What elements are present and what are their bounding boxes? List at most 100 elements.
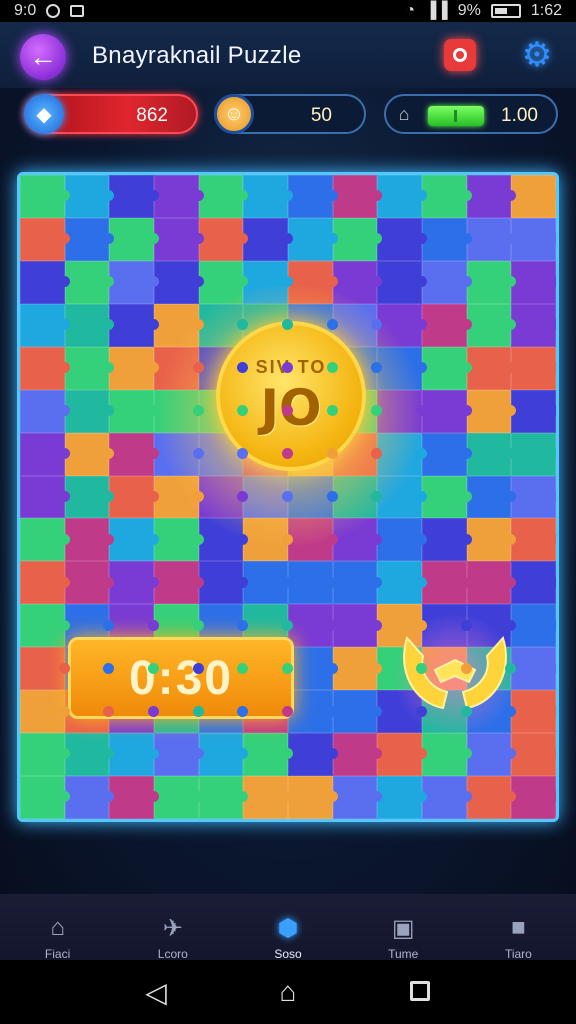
- puzzle-piece[interactable]: [20, 518, 70, 562]
- puzzle-piece[interactable]: [422, 217, 472, 261]
- puzzle-piece[interactable]: [20, 475, 70, 519]
- puzzle-piece[interactable]: [64, 776, 114, 819]
- puzzle-piece[interactable]: [466, 776, 516, 819]
- puzzle-piece[interactable]: [288, 733, 338, 777]
- puzzle-piece[interactable]: [466, 561, 516, 605]
- puzzle-piece[interactable]: [109, 475, 159, 519]
- puzzle-piece[interactable]: [20, 733, 70, 777]
- puzzle-piece[interactable]: [422, 303, 472, 347]
- puzzle-piece[interactable]: [243, 217, 293, 261]
- puzzle-board[interactable]: SIV TO JO 0:30: [17, 172, 559, 822]
- puzzle-piece[interactable]: [511, 475, 556, 519]
- puzzle-piece[interactable]: [422, 733, 472, 777]
- puzzle-piece[interactable]: [511, 432, 556, 476]
- puzzle-piece[interactable]: [511, 518, 556, 562]
- puzzle-piece[interactable]: [20, 432, 70, 476]
- puzzle-piece[interactable]: [466, 733, 516, 777]
- puzzle-piece[interactable]: [20, 389, 70, 433]
- puzzle-piece[interactable]: [154, 260, 204, 304]
- puzzle-piece[interactable]: [377, 175, 427, 218]
- puzzle-piece[interactable]: [64, 260, 114, 304]
- puzzle-piece[interactable]: [64, 389, 114, 433]
- puzzle-piece[interactable]: [288, 175, 338, 218]
- puzzle-piece[interactable]: [466, 303, 516, 347]
- horns-emblem-icon[interactable]: [380, 615, 530, 735]
- puzzle-piece[interactable]: [422, 175, 472, 218]
- puzzle-piece[interactable]: [377, 733, 427, 777]
- settings-button[interactable]: ⚙: [518, 36, 556, 74]
- puzzle-piece[interactable]: [377, 561, 427, 605]
- puzzle-piece[interactable]: [377, 776, 427, 819]
- back-button[interactable]: ←: [20, 34, 66, 80]
- puzzle-piece[interactable]: [20, 346, 70, 390]
- puzzle-piece[interactable]: [64, 175, 114, 218]
- puzzle-piece[interactable]: [109, 389, 159, 433]
- puzzle-piece[interactable]: [288, 217, 338, 261]
- puzzle-piece[interactable]: [288, 690, 338, 734]
- puzzle-piece[interactable]: [422, 561, 472, 605]
- puzzle-piece[interactable]: [288, 776, 338, 819]
- puzzle-piece[interactable]: [422, 432, 472, 476]
- puzzle-piece[interactable]: [332, 647, 382, 691]
- puzzle-piece[interactable]: [511, 389, 556, 433]
- puzzle-piece[interactable]: [109, 175, 159, 218]
- puzzle-piece[interactable]: [20, 561, 70, 605]
- puzzle-piece[interactable]: [243, 733, 293, 777]
- puzzle-piece[interactable]: [64, 303, 114, 347]
- record-button[interactable]: [444, 39, 476, 71]
- puzzle-piece[interactable]: [332, 733, 382, 777]
- puzzle-piece[interactable]: [511, 175, 556, 218]
- puzzle-piece[interactable]: [243, 175, 293, 218]
- puzzle-piece[interactable]: [243, 561, 293, 605]
- puzzle-piece[interactable]: [20, 217, 70, 261]
- puzzle-piece[interactable]: [198, 561, 248, 605]
- puzzle-piece[interactable]: [511, 217, 556, 261]
- puzzle-piece[interactable]: [422, 776, 472, 819]
- puzzle-piece[interactable]: [466, 389, 516, 433]
- puzzle-piece[interactable]: [466, 260, 516, 304]
- puzzle-piece[interactable]: [109, 260, 159, 304]
- puzzle-piece[interactable]: [466, 518, 516, 562]
- puzzle-piece[interactable]: [466, 346, 516, 390]
- puzzle-piece[interactable]: [377, 217, 427, 261]
- puzzle-piece[interactable]: [422, 346, 472, 390]
- puzzle-piece[interactable]: [377, 260, 427, 304]
- puzzle-piece[interactable]: [243, 776, 293, 819]
- puzzle-piece[interactable]: [198, 733, 248, 777]
- puzzle-piece[interactable]: [109, 303, 159, 347]
- puzzle-piece[interactable]: [64, 475, 114, 519]
- puzzle-piece[interactable]: [20, 776, 70, 819]
- puzzle-piece[interactable]: [109, 776, 159, 819]
- coins-counter[interactable]: ☺ 50: [214, 94, 366, 134]
- puzzle-piece[interactable]: [332, 690, 382, 734]
- puzzle-piece[interactable]: [109, 217, 159, 261]
- puzzle-piece[interactable]: [198, 175, 248, 218]
- puzzle-piece[interactable]: [332, 604, 382, 648]
- puzzle-piece[interactable]: [109, 346, 159, 390]
- puzzle-piece[interactable]: [64, 733, 114, 777]
- puzzle-piece[interactable]: [20, 260, 70, 304]
- puzzle-piece[interactable]: [511, 346, 556, 390]
- puzzle-piece[interactable]: [511, 561, 556, 605]
- puzzle-piece[interactable]: [511, 260, 556, 304]
- puzzle-piece[interactable]: [64, 346, 114, 390]
- puzzle-piece[interactable]: [109, 518, 159, 562]
- puzzle-piece[interactable]: [422, 475, 472, 519]
- puzzle-piece[interactable]: [64, 432, 114, 476]
- puzzle-piece[interactable]: [422, 260, 472, 304]
- puzzle-piece[interactable]: [332, 175, 382, 218]
- puzzle-piece[interactable]: [422, 518, 472, 562]
- puzzle-piece[interactable]: [109, 432, 159, 476]
- puzzle-piece[interactable]: [154, 776, 204, 819]
- puzzle-piece[interactable]: [466, 432, 516, 476]
- energy-counter[interactable]: ⌂ 1.00: [384, 94, 558, 134]
- puzzle-piece[interactable]: [20, 303, 70, 347]
- puzzle-piece[interactable]: [466, 175, 516, 218]
- home-outline-icon[interactable]: ⌂: [268, 976, 308, 1008]
- puzzle-piece[interactable]: [332, 776, 382, 819]
- puzzle-piece[interactable]: [288, 561, 338, 605]
- puzzle-piece[interactable]: [511, 303, 556, 347]
- puzzle-piece[interactable]: [288, 604, 338, 648]
- puzzle-piece[interactable]: [332, 561, 382, 605]
- puzzle-piece[interactable]: [511, 733, 556, 777]
